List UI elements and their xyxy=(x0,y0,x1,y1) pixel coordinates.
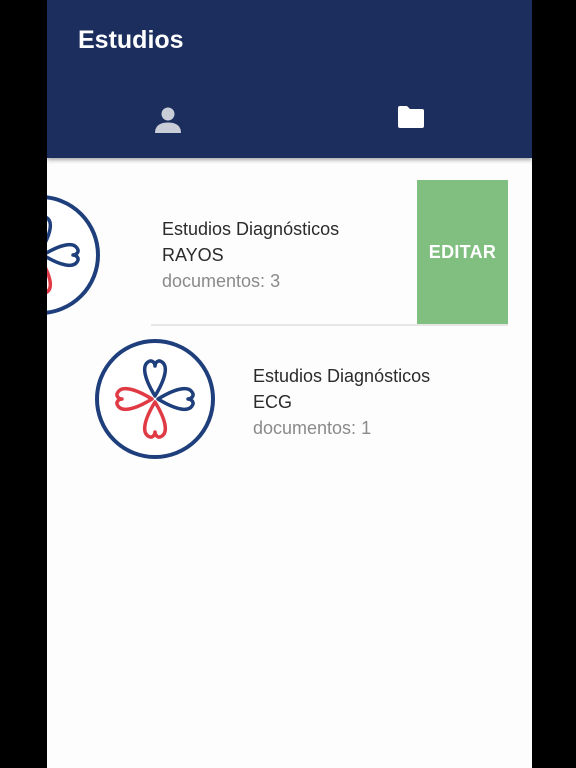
document-count-value: 1 xyxy=(361,418,372,438)
tab-bar xyxy=(47,88,532,154)
clinic-logo-icon xyxy=(47,195,100,315)
item-title: Estudios Diagnósticos xyxy=(253,366,431,386)
item-text: Estudios Diagnósticos RAYOS documentos: … xyxy=(162,216,339,294)
document-count-value: 3 xyxy=(270,271,281,291)
edit-button[interactable]: EDITAR xyxy=(417,180,508,324)
item-document-count: documentos: 3 xyxy=(162,268,339,294)
item-document-count: documentos: 1 xyxy=(253,415,430,441)
item-category: ECG xyxy=(253,392,293,412)
folder-icon xyxy=(398,106,424,128)
page-title: Estudios xyxy=(78,26,184,54)
document-count-label: documentos: xyxy=(162,271,266,291)
app-bar: Estudios xyxy=(47,0,532,158)
item-title: Estudios Diagnósticos xyxy=(162,219,340,239)
app-screen: Estudios Estudios Diagnósticos RAYOS doc… xyxy=(47,0,532,768)
clinic-logo-icon xyxy=(95,339,215,459)
tab-studies[interactable] xyxy=(290,88,532,154)
document-count-label: documentos: xyxy=(253,418,357,438)
list-item[interactable]: Estudios Diagnósticos RAYOS documentos: … xyxy=(47,180,532,326)
person-icon xyxy=(155,107,181,133)
list-item[interactable]: Estudios Diagnósticos ECG documentos: 1 xyxy=(47,328,532,468)
item-text: Estudios Diagnósticos ECG documentos: 1 xyxy=(253,363,430,441)
tab-profile[interactable] xyxy=(47,88,289,154)
item-category: RAYOS xyxy=(162,245,224,265)
studies-list: Estudios Diagnósticos RAYOS documentos: … xyxy=(47,158,532,768)
divider xyxy=(151,324,508,326)
